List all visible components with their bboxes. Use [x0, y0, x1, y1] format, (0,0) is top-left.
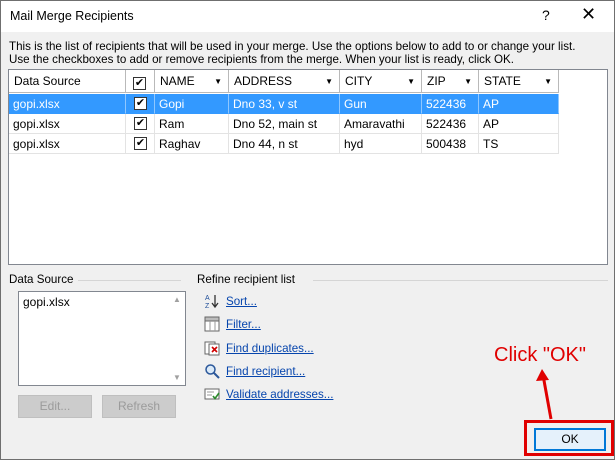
recipient-checkbox[interactable]: ✔ — [134, 97, 147, 110]
scroll-up-icon[interactable]: ▲ — [173, 295, 181, 304]
cell-address: Dno 33, v st — [229, 94, 340, 114]
list-item[interactable]: gopi.xlsx — [23, 295, 70, 309]
cell-name: Gopi — [155, 94, 229, 114]
cell-name: Ram — [155, 114, 229, 134]
cell-city: Gun — [340, 94, 422, 114]
find-duplicates-link[interactable]: Find duplicates... — [226, 342, 314, 355]
validate-addresses-icon — [204, 388, 220, 400]
recipient-checkbox[interactable]: ✔ — [134, 117, 147, 130]
column-header-label: ZIP — [427, 74, 446, 88]
cell-city: Amaravathi — [340, 114, 422, 134]
recipient-checkbox[interactable]: ✔ — [134, 137, 147, 150]
instructions: This is the list of recipients that will… — [9, 40, 609, 66]
cell-state: AP — [479, 114, 559, 134]
cell-state: TS — [479, 134, 559, 154]
recipients-grid[interactable]: Data Source ✔ NAME ▼ ADDRESS ▼ CITY ▼ ZI… — [8, 69, 608, 265]
table-row[interactable]: gopi.xlsx ✔ Raghav Dno 44, n st hyd 5004… — [9, 134, 559, 154]
cell-zip: 500438 — [422, 134, 479, 154]
filter-link[interactable]: Filter... — [226, 318, 261, 331]
column-header-data-source[interactable]: Data Source — [9, 70, 126, 93]
sort-az-icon: A Z — [205, 295, 219, 309]
refresh-button[interactable]: Refresh — [102, 395, 176, 418]
column-header-label: ADDRESS — [234, 74, 293, 88]
column-header-state[interactable]: STATE ▼ — [479, 70, 559, 93]
column-header-name[interactable]: NAME ▼ — [155, 70, 229, 93]
listbox-scrollbar[interactable]: ▲ ▼ — [169, 292, 185, 385]
cell-checkbox: ✔ — [126, 114, 155, 134]
cell-data-source: gopi.xlsx — [9, 134, 126, 154]
cell-checkbox: ✔ — [126, 134, 155, 154]
column-header-address[interactable]: ADDRESS ▼ — [229, 70, 340, 93]
validate-addresses-link[interactable]: Validate addresses... — [226, 388, 333, 401]
instructions-line-2: Use the checkboxes to add or remove reci… — [9, 53, 514, 66]
find-recipient-link[interactable]: Find recipient... — [226, 365, 305, 378]
cell-name: Raghav — [155, 134, 229, 154]
grid-header: Data Source ✔ NAME ▼ ADDRESS ▼ CITY ▼ ZI… — [9, 70, 559, 94]
cell-zip: 522436 — [422, 114, 479, 134]
column-header-label: STATE — [484, 74, 521, 88]
annotation-callout: Click "OK" — [494, 344, 586, 366]
table-row[interactable]: gopi.xlsx ✔ Ram Dno 52, main st Amaravat… — [9, 114, 559, 134]
sort-link[interactable]: Sort... — [226, 295, 257, 308]
refine-group-label: Refine recipient list — [197, 273, 295, 286]
group-divider — [313, 280, 608, 281]
dropdown-arrow-icon[interactable]: ▼ — [464, 77, 472, 86]
filter-icon — [204, 316, 220, 332]
find-recipient-icon — [205, 364, 220, 379]
column-header-label: Data Source — [14, 74, 81, 88]
scroll-down-icon[interactable]: ▼ — [173, 373, 181, 382]
data-source-listbox[interactable]: gopi.xlsx ▲ ▼ — [18, 291, 186, 386]
help-button[interactable]: ? — [542, 7, 550, 23]
cell-data-source: gopi.xlsx — [9, 94, 126, 114]
cell-data-source: gopi.xlsx — [9, 114, 126, 134]
dropdown-arrow-icon[interactable]: ▼ — [325, 77, 333, 86]
dropdown-arrow-icon[interactable]: ▼ — [214, 77, 222, 86]
svg-text:A: A — [205, 295, 210, 302]
group-divider — [78, 280, 181, 281]
column-header-label: NAME — [160, 74, 195, 88]
svg-text:Z: Z — [205, 303, 210, 309]
cell-address: Dno 52, main st — [229, 114, 340, 134]
cell-address: Dno 44, n st — [229, 134, 340, 154]
edit-button[interactable]: Edit... — [18, 395, 92, 418]
column-header-city[interactable]: CITY ▼ — [340, 70, 422, 93]
dialog-title: Mail Merge Recipients — [10, 9, 134, 23]
table-row[interactable]: gopi.xlsx ✔ Gopi Dno 33, v st Gun 522436… — [9, 94, 559, 114]
dropdown-arrow-icon[interactable]: ▼ — [544, 77, 552, 86]
ok-button[interactable]: OK — [534, 428, 606, 451]
cell-checkbox: ✔ — [126, 94, 155, 114]
dropdown-arrow-icon[interactable]: ▼ — [407, 77, 415, 86]
select-all-checkbox[interactable]: ✔ — [133, 77, 146, 90]
annotation-arrow-icon — [536, 369, 553, 420]
find-duplicates-icon — [204, 341, 220, 356]
instructions-line-1: This is the list of recipients that will… — [9, 40, 576, 53]
cell-state: AP — [479, 94, 559, 114]
cell-zip: 522436 — [422, 94, 479, 114]
column-header-select-all[interactable]: ✔ — [126, 70, 155, 93]
column-header-label: CITY — [345, 74, 373, 88]
close-button[interactable]: ✕ — [581, 4, 596, 25]
mail-merge-recipients-dialog: Mail Merge Recipients ? ✕ This is the li… — [0, 0, 615, 460]
title-bar: Mail Merge Recipients ? ✕ — [1, 1, 614, 32]
data-source-group-label: Data Source — [9, 273, 74, 286]
cell-city: hyd — [340, 134, 422, 154]
column-header-zip[interactable]: ZIP ▼ — [422, 70, 479, 93]
